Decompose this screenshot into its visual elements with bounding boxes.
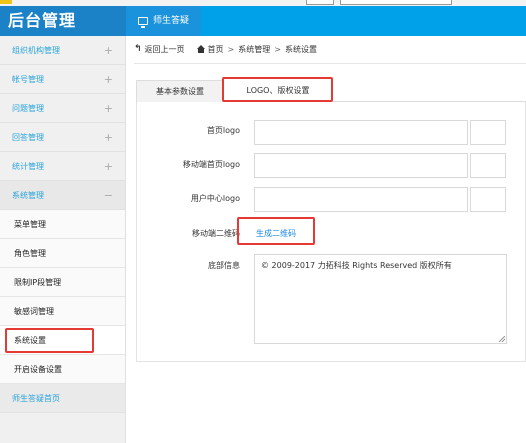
sidebar-item-label: 师生答疑首页	[12, 393, 60, 403]
user-center-logo-preview	[470, 187, 506, 212]
sidebar-item-label: 统计管理	[12, 161, 44, 171]
back-link-label: 返回上一页	[144, 44, 185, 54]
breadcrumb-home[interactable]: 首页	[208, 44, 224, 55]
sidebar-item-system[interactable]: 系统管理 −	[0, 181, 125, 210]
breadcrumb-separator: >	[227, 44, 235, 54]
sidebar: 组织机构管理 + 帐号管理 + 问题管理 + 回答管理 + 统计管理 + 系统管…	[0, 36, 126, 443]
collapse-icon[interactable]: −	[104, 189, 113, 202]
tab-basic-params[interactable]: 基本参数设置	[136, 80, 224, 102]
highlight-box-logo-tab	[222, 77, 333, 102]
sidebar-item-stats[interactable]: 统计管理 +	[0, 152, 125, 181]
expand-icon[interactable]: +	[104, 73, 113, 86]
sidebar-item-org[interactable]: 组织机构管理 +	[0, 36, 125, 65]
mobile-homepage-logo-preview	[470, 153, 506, 178]
sidebar-item-qa-home[interactable]: 师生答疑首页	[0, 384, 125, 413]
expand-icon[interactable]: +	[104, 102, 113, 115]
back-link[interactable]: ↰ 返回上一页	[134, 44, 185, 55]
expand-icon[interactable]: +	[104, 44, 113, 57]
user-center-logo-label: 用户中心logo	[190, 194, 240, 203]
sidebar-item-accounts[interactable]: 帐号管理 +	[0, 65, 125, 94]
homepage-logo-input[interactable]	[254, 120, 468, 145]
homepage-logo-label: 首页logo	[206, 126, 240, 135]
sidebar-subitem-device-settings[interactable]: 开启设备设置	[0, 355, 125, 384]
breadcrumb-system-management[interactable]: 系统管理	[238, 44, 270, 55]
header-tab-label: 师生答疑	[153, 16, 190, 26]
top-button[interactable]	[306, 0, 334, 5]
sidebar-subitem-sensitive-words[interactable]: 敏感词管理	[0, 297, 125, 326]
sidebar-item-label: 帐号管理	[12, 74, 44, 84]
top-search-box[interactable]	[340, 0, 452, 5]
highlight-box-qr-link	[237, 217, 315, 245]
breadcrumb-divider	[134, 63, 526, 64]
sidebar-item-label: 组织机构管理	[12, 45, 60, 55]
home-icon	[196, 45, 205, 53]
expand-icon[interactable]: +	[104, 131, 113, 144]
sidebar-subitem-ip-limit[interactable]: 限制IP段管理	[0, 268, 125, 297]
monitor-icon	[138, 17, 148, 28]
header-tab-qa[interactable]: 师生答疑	[126, 6, 202, 36]
user-center-logo-input[interactable]	[254, 187, 468, 212]
sidebar-item-label: 系统管理	[12, 190, 44, 200]
resize-grip-icon[interactable]	[499, 336, 505, 342]
sidebar-item-label: 回答管理	[12, 132, 44, 142]
breadcrumb-separator: >	[274, 44, 281, 54]
back-arrow-icon: ↰	[134, 44, 142, 54]
header-bar: 后台管理 师生答疑	[0, 6, 526, 36]
highlight-box-system-settings	[5, 328, 94, 353]
homepage-logo-preview	[470, 120, 506, 145]
breadcrumb: ↰ 返回上一页 首页 > 系统管理 > 系统设置	[134, 42, 317, 56]
breadcrumb-system-settings: 系统设置	[284, 44, 317, 54]
mobile-homepage-logo-label: 移动端首页logo	[182, 160, 240, 169]
sidebar-item-label: 问题管理	[12, 103, 44, 113]
mobile-homepage-logo-input[interactable]	[254, 153, 468, 178]
footer-info-textarea[interactable]: © 2009-2017 力拓科技 Rights Reserved 版权所有	[254, 254, 507, 344]
sidebar-subitem-menu[interactable]: 菜单管理	[0, 210, 125, 239]
footer-info-text: © 2009-2017 力拓科技 Rights Reserved 版权所有	[261, 261, 452, 270]
mobile-qr-label: 移动端二维码	[192, 229, 240, 238]
expand-icon[interactable]: +	[104, 160, 113, 173]
brand-title: 后台管理	[0, 6, 126, 36]
sidebar-subitem-roles[interactable]: 角色管理	[0, 239, 125, 268]
sidebar-item-answers[interactable]: 回答管理 +	[0, 123, 125, 152]
top-highlight	[0, 0, 12, 4]
sidebar-item-questions[interactable]: 问题管理 +	[0, 94, 125, 123]
footer-info-label: 底部信息	[208, 261, 240, 270]
